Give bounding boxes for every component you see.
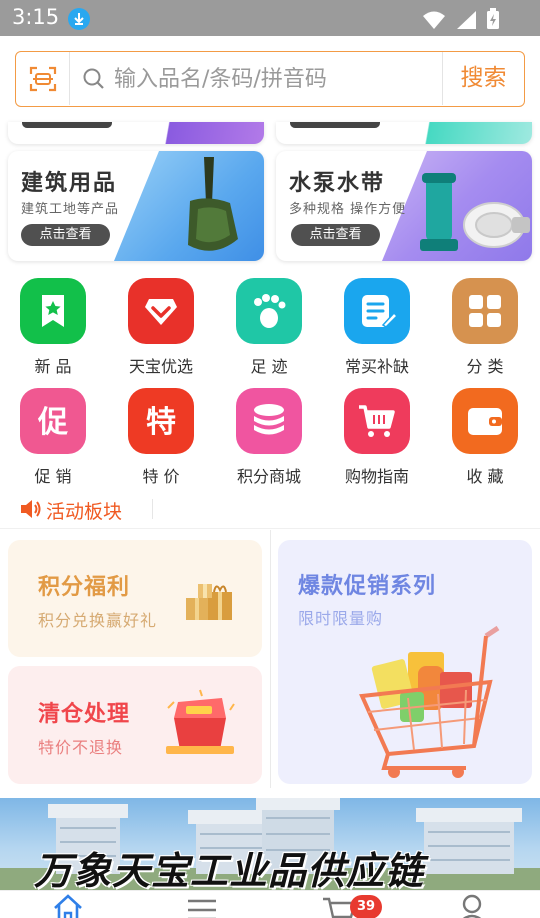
grid-label: 足 迹 — [250, 357, 288, 376]
grid-item-shopping-guide[interactable]: 购物指南 — [327, 388, 427, 487]
grid-item-new[interactable]: 新 品 — [3, 278, 103, 377]
promo-icon: 促 — [20, 388, 86, 454]
home-icon — [54, 894, 82, 918]
banner-image-cutoff — [402, 122, 532, 144]
grid-item-special-price[interactable]: 特 特 价 — [111, 388, 211, 487]
status-bar: 3:15 — [0, 0, 540, 36]
card-points-benefits[interactable]: 积分福利 积分兑换赢好礼 — [8, 540, 262, 657]
card-title: 积分福利 — [38, 575, 131, 600]
grid-item-favorites[interactable]: 收 藏 — [435, 388, 535, 487]
banner-cutoff-right[interactable] — [276, 122, 532, 144]
divider — [270, 530, 271, 788]
wallet-icon — [452, 388, 518, 454]
grid-item-promotion[interactable]: 促 促 销 — [3, 388, 103, 487]
battery-icon — [487, 8, 499, 29]
user-icon — [462, 894, 482, 918]
new-star-icon — [20, 278, 86, 344]
footprint-icon — [236, 278, 302, 344]
wifi-icon — [422, 11, 445, 29]
scan-icon — [29, 66, 57, 92]
activity-title: 活动板块 — [46, 501, 123, 523]
card-subtitle: 积分兑换赢好礼 — [38, 611, 158, 630]
svg-text:促: 促 — [37, 405, 68, 440]
search-input[interactable] — [114, 62, 434, 96]
banner-view-button[interactable]: 点击查看 — [21, 224, 110, 246]
grid-label: 促 销 — [34, 467, 72, 486]
tab-category[interactable] — [171, 893, 231, 918]
banner-button-cutoff — [290, 122, 380, 128]
banner-title: 建筑用品 — [21, 171, 118, 196]
speaker-icon — [21, 500, 41, 518]
shovel-icon — [188, 157, 238, 251]
bottom-banner-text: 万象天宝工业品供应链 — [34, 849, 425, 890]
signal-icon — [456, 11, 476, 29]
grid-label: 分 类 — [466, 357, 504, 376]
gift-boxes-icon — [186, 584, 232, 620]
grid-label: 天宝优选 — [128, 357, 193, 376]
shopping-cart-icon — [359, 625, 500, 778]
cart-badge: 39 — [350, 895, 382, 918]
svg-text:特: 特 — [146, 405, 176, 440]
divider — [0, 528, 540, 529]
banner-image-cutoff — [144, 122, 264, 144]
divider — [152, 499, 153, 519]
edit-list-icon — [344, 278, 410, 344]
cart-icon — [344, 388, 410, 454]
water-pump-icon — [420, 173, 530, 251]
grid-label: 特 价 — [142, 467, 180, 486]
grid-label: 购物指南 — [344, 467, 409, 486]
card-hot-promotion[interactable]: 爆款促销系列 限时限量购 — [278, 540, 532, 784]
tab-profile[interactable] — [441, 893, 501, 918]
search-bar: 搜索 — [15, 51, 525, 107]
status-time: 3:15 — [12, 5, 60, 29]
red-envelope-icon — [166, 689, 235, 754]
grid-label: 新 品 — [34, 357, 72, 376]
banner-water-pump[interactable]: 水泵水带 多种规格 操作方便 点击查看 — [276, 151, 532, 261]
banner-subtitle: 多种规格 操作方便 — [289, 202, 407, 217]
tab-bar — [0, 890, 540, 918]
bottom-banner[interactable]: 万象天宝工业品供应链 — [0, 798, 540, 890]
grid-item-tianbao-select[interactable]: 天宝优选 — [111, 278, 211, 377]
banner-subtitle: 建筑工地等产品 — [21, 202, 120, 217]
grid-label: 收 藏 — [466, 467, 504, 486]
menu-list-icon — [188, 899, 216, 918]
grid-item-points-mall[interactable]: 积分商城 — [219, 388, 319, 487]
banner-title: 水泵水带 — [289, 171, 386, 196]
card-title: 清仓处理 — [38, 702, 131, 727]
status-icons — [418, 8, 500, 34]
grid-label: 常买补缺 — [344, 357, 409, 376]
special-price-icon: 特 — [128, 388, 194, 454]
grid-label: 积分商城 — [236, 467, 301, 486]
search-icon — [83, 68, 104, 89]
category-icon — [452, 278, 518, 344]
card-clearance[interactable]: 清仓处理 特价不退换 — [8, 666, 262, 784]
banner-cutoff-left[interactable] — [8, 122, 264, 144]
banner-construction[interactable]: 建筑用品 建筑工地等产品 点击查看 — [8, 151, 264, 261]
banner-view-button[interactable]: 点击查看 — [291, 224, 380, 246]
download-icon — [68, 8, 90, 30]
grid-item-frequent-buy[interactable]: 常买补缺 — [327, 278, 427, 377]
scan-button[interactable] — [16, 52, 70, 105]
banner-button-cutoff — [22, 122, 112, 128]
grid-item-category[interactable]: 分 类 — [435, 278, 535, 377]
tab-home[interactable] — [37, 893, 97, 918]
coins-icon — [236, 388, 302, 454]
card-subtitle: 特价不退换 — [38, 738, 124, 757]
grid-item-footprint[interactable]: 足 迹 — [219, 278, 319, 377]
diamond-icon — [128, 278, 194, 344]
search-button[interactable]: 搜索 — [442, 52, 524, 105]
card-title: 爆款促销系列 — [298, 574, 437, 599]
